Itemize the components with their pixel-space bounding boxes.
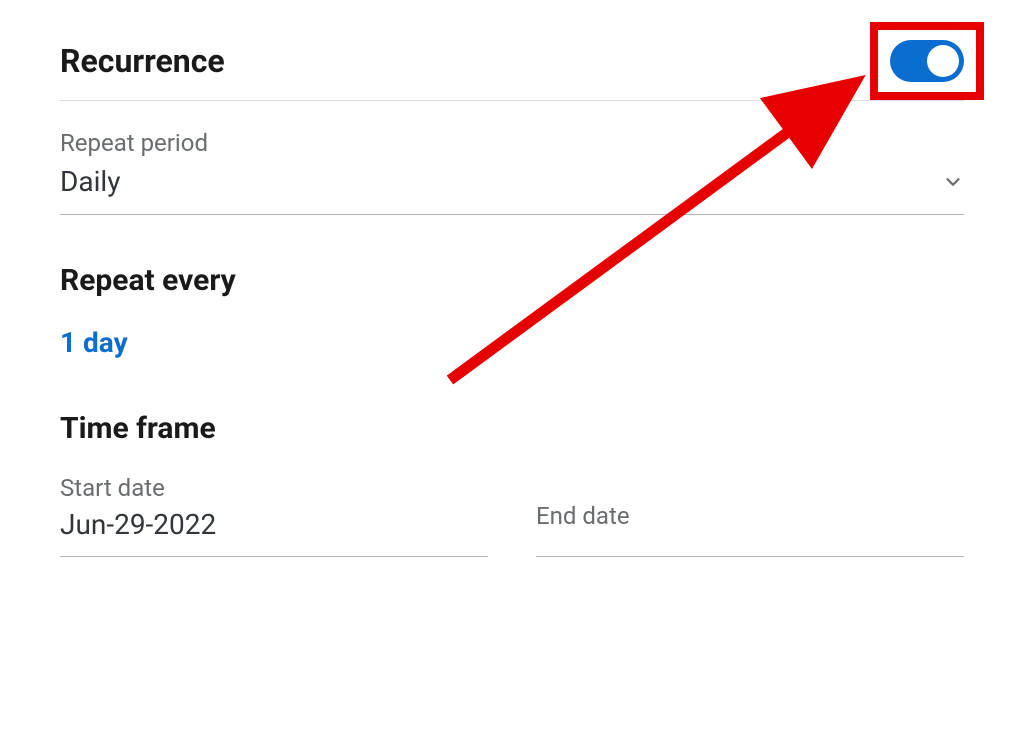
recurrence-header: Recurrence: [60, 40, 964, 101]
start-date-value: Jun-29-2022: [60, 508, 488, 542]
toggle-knob: [927, 45, 959, 77]
start-date-field[interactable]: Start date Jun-29-2022: [60, 474, 488, 557]
repeat-period-value: Daily: [60, 165, 120, 198]
chevron-down-icon: [942, 171, 964, 193]
repeat-period-dropdown[interactable]: Daily: [60, 165, 964, 215]
start-date-label: Start date: [60, 474, 488, 502]
repeat-period-label: Repeat period: [60, 129, 964, 157]
repeat-every-title: Repeat every: [60, 263, 964, 298]
time-frame-fields: Start date Jun-29-2022 End date: [60, 474, 964, 557]
end-date-field[interactable]: End date: [536, 474, 964, 557]
recurrence-toggle-wrapper: [890, 40, 964, 82]
annotation-arrow: [430, 60, 890, 400]
repeat-every-value[interactable]: 1 day: [60, 326, 128, 359]
recurrence-title: Recurrence: [60, 42, 225, 80]
end-date-label: End date: [536, 502, 964, 530]
recurrence-toggle[interactable]: [890, 40, 964, 82]
repeat-period-field: Repeat period Daily: [60, 129, 964, 215]
time-frame-title: Time frame: [60, 411, 964, 446]
